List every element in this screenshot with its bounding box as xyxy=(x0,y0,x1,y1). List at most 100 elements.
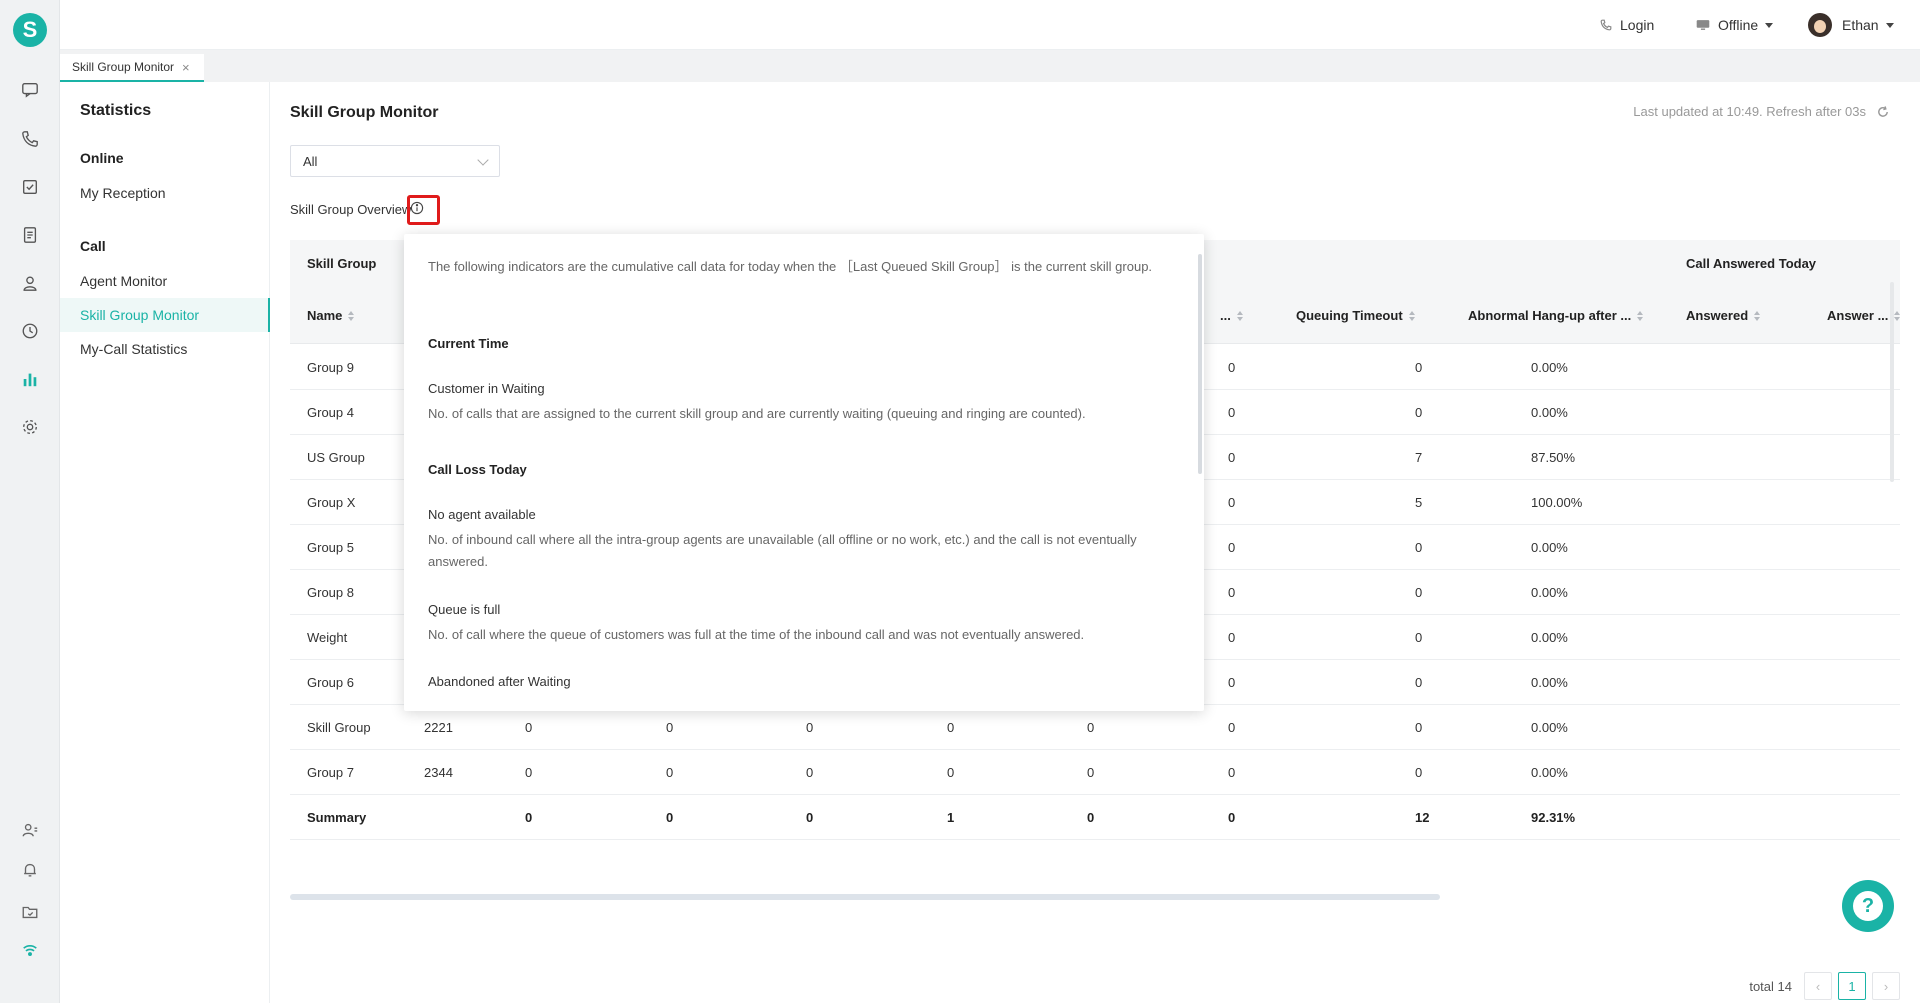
monitor-icon xyxy=(1696,20,1710,30)
table-cell: 2344 xyxy=(424,765,453,780)
sort-icon[interactable] xyxy=(348,310,355,321)
table-cell: 0 xyxy=(1228,675,1236,690)
table-cell: 0 xyxy=(1415,675,1423,690)
menu-item-agent-monitor[interactable]: Agent Monitor xyxy=(60,264,270,298)
table-cell: 0 xyxy=(1228,585,1236,600)
user-menu[interactable]: Ethan xyxy=(1808,0,1894,50)
table-cell: 0 xyxy=(1228,360,1236,375)
top-bar: Login Offline Ethan xyxy=(60,0,1920,50)
column-label: Abnormal Hang-up after ... xyxy=(1468,308,1632,323)
table-cell: 0 xyxy=(1415,540,1423,555)
refresh-icon[interactable] xyxy=(1876,105,1890,119)
summary-row: Summary 0 0 0 1 0 0 12 92.31% xyxy=(290,795,1900,840)
table-cell: 0 xyxy=(1087,720,1095,735)
user-name: Ethan xyxy=(1842,17,1879,33)
table-cell: 0 xyxy=(947,765,955,780)
popover-intro: The following indicators are the cumulat… xyxy=(428,259,1153,274)
agent-status-icon[interactable] xyxy=(20,820,40,840)
sort-icon[interactable] xyxy=(1894,310,1901,321)
folder-icon[interactable] xyxy=(20,902,40,922)
row-name-cell: US Group xyxy=(307,450,365,465)
row-name-cell: Summary xyxy=(307,810,367,825)
column-label: Name xyxy=(307,308,343,323)
prev-page-button[interactable]: ‹ xyxy=(1804,972,1832,1000)
last-updated: Last updated at 10:49. Refresh after 03s xyxy=(1633,104,1890,119)
column-label: Answered xyxy=(1686,308,1749,323)
menu-item-my-reception[interactable]: My Reception xyxy=(60,176,270,210)
table-cell: 92.31% xyxy=(1531,810,1576,825)
close-icon[interactable]: × xyxy=(182,60,190,75)
task-icon[interactable] xyxy=(20,177,40,197)
table-row: Group 7 2344 0 0 0 0 0 0 0 0.00% xyxy=(290,750,1900,795)
table-cell: 0 xyxy=(666,810,674,825)
bell-icon[interactable] xyxy=(20,860,40,880)
tab-skill-group-monitor[interactable]: Skill Group Monitor × xyxy=(60,54,204,82)
phone-icon[interactable] xyxy=(20,129,40,149)
menu-item-skill-group-monitor[interactable]: Skill Group Monitor xyxy=(60,298,270,332)
table-cell: 7 xyxy=(1415,450,1423,465)
table-cell: 0 xyxy=(1087,810,1095,825)
chevron-down-icon xyxy=(1885,22,1894,28)
column-header-answered[interactable]: Answered xyxy=(1686,308,1761,323)
table-cell: 0 xyxy=(806,810,814,825)
statistics-icon[interactable] xyxy=(20,369,40,389)
table-cell: 0 xyxy=(525,765,533,780)
popover-queue-full-desc: No. of call where the queue of customers… xyxy=(428,627,1085,642)
sort-icon[interactable] xyxy=(1236,310,1243,321)
row-name-cell: Group 5 xyxy=(307,540,354,555)
row-name-cell: Group 9 xyxy=(307,360,354,375)
popover-scrollbar[interactable] xyxy=(1198,254,1202,474)
column-label: ... xyxy=(1220,308,1231,323)
menu-title: Statistics xyxy=(80,102,152,119)
popover-waiting-title: Customer in Waiting xyxy=(428,381,545,396)
horizontal-scrollbar[interactable] xyxy=(290,894,1440,900)
sort-icon[interactable] xyxy=(1408,310,1415,321)
popover-current-time: Current Time xyxy=(428,336,509,351)
column-header-abnormal-hang-up[interactable]: Abnormal Hang-up after ... xyxy=(1468,308,1644,323)
app-logo[interactable]: S xyxy=(13,13,47,47)
page-button[interactable]: 1 xyxy=(1838,972,1866,1000)
overview-label: Skill Group Overview xyxy=(290,202,412,217)
table-cell: 100.00% xyxy=(1531,495,1583,510)
table-cell: 0 xyxy=(1228,630,1236,645)
column-header-queuing-timeout[interactable]: Queuing Timeout xyxy=(1296,308,1415,323)
vertical-scrollbar[interactable] xyxy=(1890,282,1894,482)
table-cell: 0.00% xyxy=(1531,765,1568,780)
history-icon[interactable] xyxy=(20,321,40,341)
login-button[interactable]: Login xyxy=(1600,0,1654,50)
skill-group-select[interactable]: All xyxy=(290,145,500,177)
tab-strip: Skill Group Monitor × xyxy=(60,50,1920,82)
pagination: total 14 ‹ 1 › xyxy=(1749,972,1900,1000)
sort-icon[interactable] xyxy=(1637,310,1644,321)
help-icon: ? xyxy=(1853,891,1883,921)
popover-no-agent-title: No agent available xyxy=(428,507,536,522)
document-icon[interactable] xyxy=(20,225,40,245)
highlight-box xyxy=(407,195,440,225)
row-name-cell: Weight xyxy=(307,630,348,645)
group-header-call-answered-today: Call Answered Today xyxy=(1686,256,1817,271)
last-updated-text: Last updated at 10:49. Refresh after 03s xyxy=(1633,104,1866,119)
table-cell: 0 xyxy=(1415,765,1423,780)
table-cell: 0 xyxy=(666,765,674,780)
pagination-total: total 14 xyxy=(1749,978,1792,994)
chat-icon[interactable] xyxy=(20,80,40,100)
table-cell: 0.00% xyxy=(1531,720,1568,735)
menu-item-my-call-statistics[interactable]: My-Call Statistics xyxy=(60,332,270,366)
column-header-name[interactable]: Name xyxy=(307,308,355,323)
chevron-down-icon xyxy=(477,154,489,166)
table-cell: 0 xyxy=(1228,765,1236,780)
select-value: All xyxy=(303,153,318,169)
help-button[interactable]: ? xyxy=(1842,880,1894,932)
column-header-truncated[interactable]: ... xyxy=(1220,308,1243,323)
table-cell: 0 xyxy=(806,765,814,780)
next-page-button[interactable]: › xyxy=(1872,972,1900,1000)
contacts-icon[interactable] xyxy=(20,273,40,293)
avatar xyxy=(1808,13,1832,37)
sort-icon[interactable] xyxy=(1754,310,1761,321)
status-dropdown[interactable]: Offline xyxy=(1696,0,1774,50)
settings-icon[interactable] xyxy=(20,417,40,437)
popover-waiting-desc: No. of calls that are assigned to the cu… xyxy=(428,406,1086,421)
menu-group-call: Call xyxy=(80,238,106,254)
popover-no-agent-desc: No. of inbound call where all the intra-… xyxy=(428,532,1137,569)
row-name-cell: Group 8 xyxy=(307,585,354,600)
